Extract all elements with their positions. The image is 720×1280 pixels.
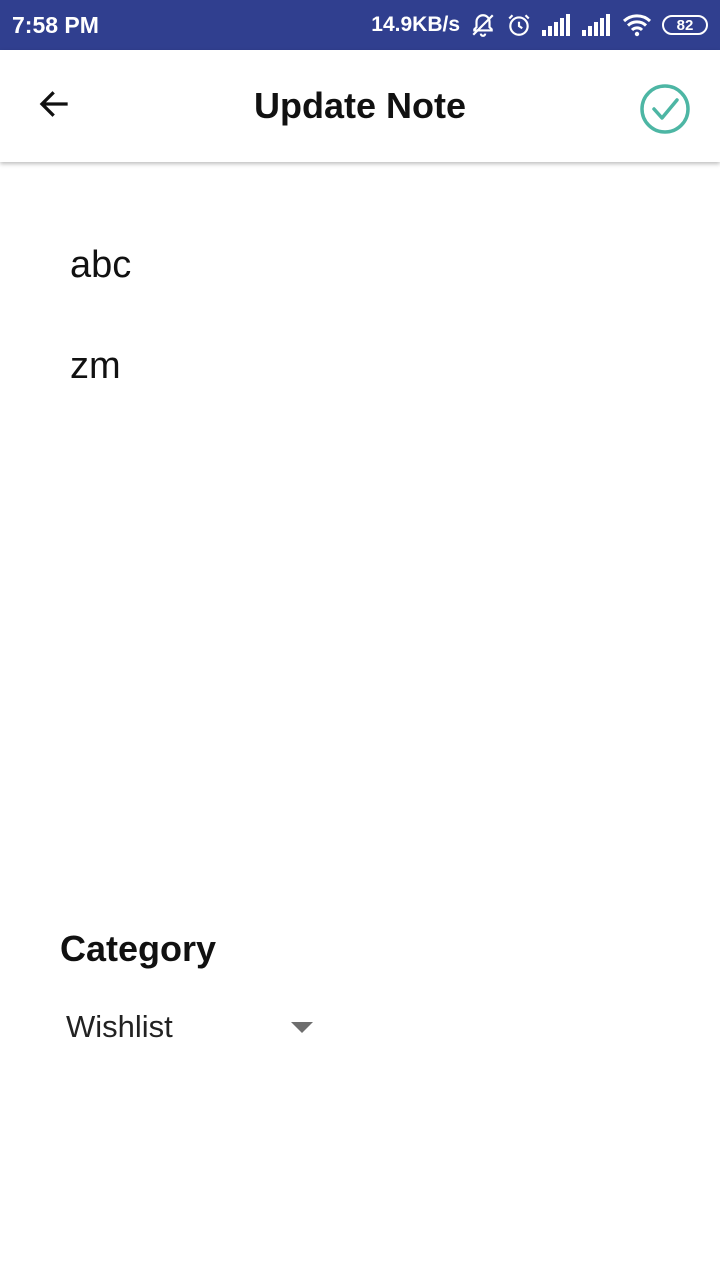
status-right-group: 14.9KB/s 82	[371, 12, 708, 38]
dropdown-arrow-icon	[291, 1022, 313, 1033]
check-circle-icon	[639, 83, 691, 140]
app-bar: Update Note	[0, 50, 720, 162]
status-time: 7:58 PM	[12, 11, 99, 38]
arrow-back-icon	[36, 86, 72, 127]
signal-icon	[542, 14, 572, 36]
save-button[interactable]	[636, 82, 694, 140]
battery-level: 82	[676, 16, 694, 34]
note-body-input[interactable]: zm	[70, 345, 670, 388]
battery-icon: 82	[662, 15, 708, 35]
network-speed: 14.9KB/s	[371, 13, 460, 36]
back-button[interactable]	[30, 82, 78, 130]
wifi-icon	[622, 13, 652, 37]
page-title: Update Note	[253, 85, 466, 126]
category-dropdown[interactable]: Wishlist	[66, 1004, 316, 1050]
signal-icon	[582, 14, 612, 36]
alarm-icon	[506, 12, 532, 38]
status-bar: 7:58 PM 14.9KB/s 82	[0, 0, 720, 50]
notifications-off-icon	[470, 12, 496, 38]
category-label: Category	[60, 928, 217, 969]
category-selected-value: Wishlist	[66, 1009, 173, 1044]
note-title-input[interactable]	[70, 244, 670, 287]
